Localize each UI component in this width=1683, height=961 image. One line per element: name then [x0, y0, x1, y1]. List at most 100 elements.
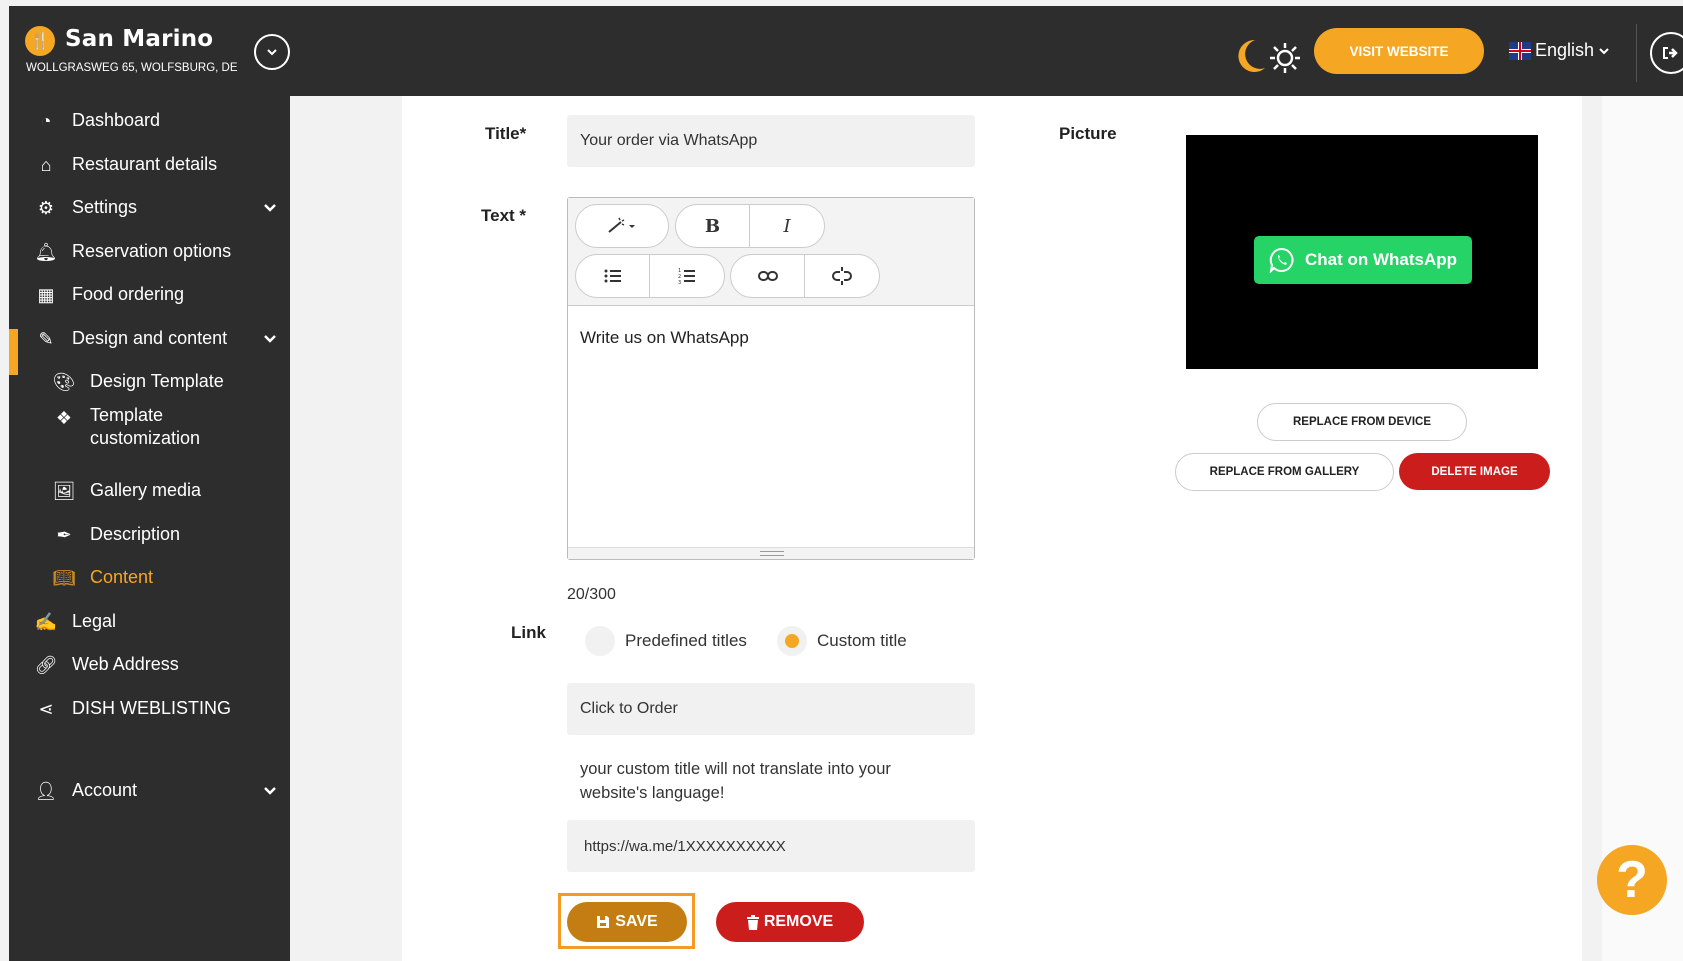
- radio-custom-title[interactable]: Custom title: [777, 626, 907, 656]
- chevron-down-icon: [264, 335, 276, 343]
- radio-circle[interactable]: [585, 626, 615, 656]
- trash-icon: [746, 914, 759, 930]
- radio-circle[interactable]: [777, 626, 807, 656]
- logout-icon: [1663, 47, 1678, 59]
- sidebar-item-dish-weblisting[interactable]: ⋖ DISH WEBLISTING: [9, 688, 290, 728]
- text-label: Text *: [481, 206, 527, 225]
- sidebar-item-label: customization: [90, 428, 201, 448]
- sidebar-item-template-customization[interactable]: ❖ Template customization: [9, 403, 290, 455]
- sidebar-item-label: Design Template: [90, 370, 224, 391]
- list-group: 123: [575, 254, 725, 298]
- palette-icon: 🎨︎: [52, 371, 76, 392]
- chevron-down-icon: [264, 204, 276, 212]
- save-label: SAVE: [615, 913, 658, 930]
- sidebar-item-description[interactable]: ✒ Description: [9, 514, 290, 554]
- numbered-list-icon: 123: [678, 268, 695, 284]
- sidebar-item-label: Dashboard: [72, 109, 161, 130]
- bell-icon: 🔔︎: [34, 241, 58, 262]
- picture-label: Picture: [1059, 124, 1117, 143]
- custom-title-input[interactable]: Click to Order: [567, 683, 975, 735]
- insert-link-button[interactable]: [731, 255, 805, 297]
- sidebar-item-design-and-content[interactable]: ✎ Design and content: [9, 318, 290, 358]
- sidebar-item-gallery-media[interactable]: 🖼︎ Gallery media: [9, 470, 290, 510]
- chevron-down-icon: [1599, 47, 1609, 54]
- sidebar-item-content[interactable]: 📖︎ Content: [9, 557, 290, 597]
- sidebar-item-legal[interactable]: ✍ Legal: [9, 601, 290, 641]
- share-icon: ⋖: [38, 698, 54, 719]
- restaurant-logo-icon: 🍴: [25, 26, 55, 56]
- magic-wand-icon: [608, 217, 635, 233]
- bold-button[interactable]: B: [676, 205, 750, 247]
- sidebar-item-label: Settings: [72, 196, 138, 217]
- header-divider: [1636, 24, 1637, 82]
- magic-style-button[interactable]: [576, 205, 668, 247]
- restaurant-name: San Marino: [65, 26, 214, 52]
- link-icon: 🔗︎: [34, 654, 58, 675]
- visit-website-button[interactable]: VISIT WEBSITE: [1314, 28, 1484, 74]
- sidebar-item-label: Account: [72, 779, 138, 800]
- help-button[interactable]: ?: [1597, 845, 1667, 915]
- image-icon: 🖼︎: [52, 480, 76, 501]
- uk-flag-icon: [1509, 41, 1531, 60]
- chevron-down-icon: [264, 787, 276, 795]
- sidebar-item-label: Template: [90, 405, 164, 425]
- sidebar-item-design-template[interactable]: 🎨︎ Design Template: [9, 361, 290, 401]
- right-panel: [1602, 96, 1683, 961]
- radio-predefined-titles[interactable]: Predefined titles: [585, 626, 747, 656]
- sidebar-item-account[interactable]: 👤︎ Account: [9, 770, 290, 810]
- unlink-button[interactable]: [805, 255, 879, 297]
- editor-toolbar: B I 123: [568, 198, 974, 306]
- title-input[interactable]: Your order via WhatsApp: [567, 115, 975, 167]
- home-icon: ⌂: [40, 154, 52, 175]
- moon-icon[interactable]: [1235, 38, 1267, 74]
- pen-icon: ✒: [56, 524, 72, 545]
- top-header: 🍴 San Marino WOLLGRASWEG 65, WOLFSBURG, …: [9, 6, 1683, 96]
- rich-text-editor[interactable]: B I 123 Write us on WhatsApp: [567, 197, 975, 560]
- restaurant-address: WOLLGRASWEG 65, WOLFSBURG, DE: [26, 62, 238, 74]
- title-label: Title*: [485, 124, 527, 143]
- sidebar-item-restaurant-details[interactable]: ⌂ Restaurant details: [9, 144, 290, 184]
- link-url-input[interactable]: https://wa.me/1XXXXXXXXXX: [567, 820, 975, 872]
- sidebar-item-food-ordering[interactable]: ▦ Food ordering: [9, 274, 290, 314]
- bullet-list-button[interactable]: [576, 255, 650, 297]
- replace-from-gallery-button[interactable]: REPLACE FROM GALLERY: [1175, 453, 1394, 491]
- floppy-disk-icon: [597, 916, 610, 928]
- sidebar-item-label: Design and content: [72, 327, 228, 348]
- language-selector[interactable]: English: [1509, 40, 1610, 61]
- sidebar-item-web-address[interactable]: 🔗︎ Web Address: [9, 644, 290, 684]
- replace-from-device-button[interactable]: REPLACE FROM DEVICE: [1257, 403, 1467, 441]
- delete-image-button[interactable]: DELETE IMAGE: [1399, 453, 1550, 490]
- save-button[interactable]: SAVE: [567, 902, 687, 942]
- sun-icon[interactable]: [1269, 42, 1301, 74]
- sidebar-item-reservation-options[interactable]: 🔔︎ Reservation options: [9, 231, 290, 271]
- whatsapp-icon: [1269, 247, 1294, 273]
- gear-icon: ⚙: [37, 197, 55, 218]
- sidebar-item-label: DISH WEBLISTING: [72, 697, 232, 718]
- sidebar-item-dashboard[interactable]: ◔ Dashboard: [9, 100, 290, 140]
- character-counter: 20/300: [567, 586, 616, 603]
- dashboard-icon: ◔: [40, 110, 52, 131]
- bullet-list-icon: [604, 269, 621, 283]
- food-ordering-icon: ▦: [37, 284, 55, 305]
- svg-text:3: 3: [678, 280, 681, 284]
- whatsapp-button-label: Chat on WhatsApp: [1304, 250, 1458, 269]
- legal-icon: ✍: [34, 611, 58, 632]
- chat-on-whatsapp-button: Chat on WhatsApp: [1254, 236, 1472, 284]
- remove-button[interactable]: REMOVE: [716, 902, 864, 942]
- sidebar-item-label: Food ordering: [72, 283, 185, 304]
- editor-resize-handle[interactable]: [568, 547, 974, 559]
- restaurant-switch-button[interactable]: [254, 34, 290, 70]
- sidebar-item-label: Description: [90, 523, 181, 544]
- format-group: B I: [675, 204, 825, 248]
- template-icon: ❖: [55, 407, 73, 428]
- sidebar-item-label: Content: [90, 566, 154, 587]
- numbered-list-button[interactable]: 123: [650, 255, 724, 297]
- logout-button[interactable]: [1650, 32, 1683, 74]
- sidebar-item-settings[interactable]: ⚙ Settings: [9, 187, 290, 227]
- italic-button[interactable]: I: [750, 205, 824, 247]
- unlink-icon: [832, 267, 852, 285]
- editor-body[interactable]: Write us on WhatsApp: [580, 328, 749, 348]
- chevron-down-icon: [267, 49, 277, 56]
- sidebar-item-label: Reservation options: [72, 240, 232, 261]
- user-icon: 👤︎: [34, 780, 58, 801]
